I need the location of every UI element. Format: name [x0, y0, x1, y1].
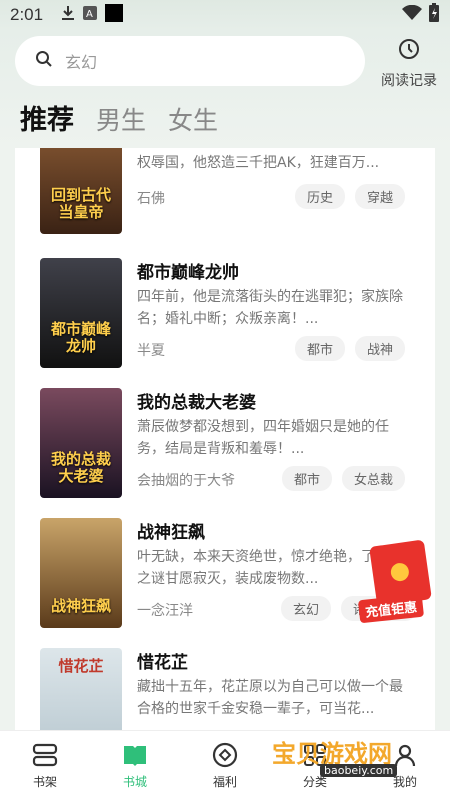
nav-bookstore[interactable]: 书城 — [90, 731, 180, 800]
nav-category-label: 分类 — [302, 775, 327, 789]
nav-bookshelf[interactable]: 书架 — [0, 731, 90, 800]
user-icon — [394, 744, 416, 767]
cover-title: 战神狂飙 — [50, 596, 111, 615]
book-tag[interactable]: 穿越 — [354, 184, 405, 209]
book-author: 半夏 — [137, 343, 165, 359]
book-cover: 战神狂飙 — [40, 518, 122, 628]
book-description: 萧辰做梦都没想到，四年婚姻只是她的任务，结局是背叛和羞辱！... — [137, 419, 389, 457]
book-tags: 历史 穿越 — [294, 184, 405, 209]
book-tag[interactable]: 玄幻 — [280, 596, 331, 621]
shelf-icon — [32, 743, 58, 767]
book-tag[interactable]: 战神 — [354, 336, 405, 361]
book-list: 回到古代当皇帝 热血青年穿越古代为皇，面对送女和亲，丧权辱国，他怒造三千把AK，… — [15, 148, 435, 730]
download-icon — [61, 5, 75, 26]
book-tag[interactable]: 女总裁 — [341, 466, 405, 491]
nav-bookstore-label: 书城 — [122, 775, 147, 789]
book-icon — [124, 746, 146, 766]
book-author: 一念汪洋 — [137, 603, 193, 619]
cover-title: 惜花芷 — [58, 657, 104, 675]
svg-text:A: A — [86, 9, 93, 20]
battery-icon — [428, 2, 440, 28]
cover-title: 都市巅峰龙帅 — [50, 320, 111, 355]
book-cover: 都市巅峰龙帅 — [40, 258, 122, 368]
promo-label: 充值钜惠 — [357, 593, 425, 624]
category-tabs: 推荐 男生 女生 — [20, 98, 218, 137]
bottom-nav: 书架 书城 福利 分类 我的 — [0, 730, 450, 800]
reading-history-button[interactable]: 阅读记录 — [374, 38, 444, 90]
search-bar[interactable]: 玄幻 — [15, 36, 365, 86]
nav-bookshelf-label: 书架 — [32, 775, 57, 789]
status-bar: 2:01 A — [0, 0, 450, 30]
recharge-promo-button[interactable]: 充值钜惠 — [355, 535, 440, 625]
nav-profile-label: 我的 — [392, 775, 417, 789]
book-cover: 惜花芷 — [40, 648, 122, 730]
book-tag[interactable]: 都市 — [294, 336, 345, 361]
book-cover: 我的总裁大老婆 — [40, 388, 122, 498]
header: 玄幻 阅读记录 推荐 男生 女生 — [0, 30, 450, 148]
book-tag[interactable]: 都市 — [281, 466, 332, 491]
book-author: 会抽烟的于大爷 — [137, 473, 235, 489]
clock-icon — [374, 38, 444, 64]
cover-title: 回到古代当皇帝 — [50, 186, 111, 221]
search-icon — [35, 50, 53, 72]
reading-history-label: 阅读记录 — [381, 73, 437, 89]
black-square-icon — [105, 3, 124, 27]
category-icon — [304, 744, 326, 766]
cover-title: 我的总裁大老婆 — [50, 450, 111, 485]
book-title: 战神狂飙 — [137, 523, 205, 543]
book-description: 四年前，他是流落街头的在逃罪犯；家族除名；婚礼中断；众叛亲离！... — [137, 289, 403, 327]
book-title: 我的总裁大老婆 — [137, 393, 256, 413]
book-item[interactable]: 都市巅峰龙帅 都市巅峰龙帅 四年前，他是流落街头的在逃罪犯；家族除名；婚礼中断；… — [15, 258, 435, 388]
nav-category[interactable]: 分类 — [270, 731, 360, 800]
nav-profile[interactable]: 我的 — [360, 731, 450, 800]
nav-welfare-label: 福利 — [212, 775, 237, 789]
book-description: 藏拙十五年，花芷原以为自己可以做一个最合格的世家千金安稳一辈子，可当花... — [137, 679, 403, 717]
tab-recommend[interactable]: 推荐 — [20, 98, 74, 137]
tab-female[interactable]: 女生 — [168, 101, 218, 137]
wifi-icon — [402, 4, 422, 26]
nav-welfare[interactable]: 福利 — [180, 731, 270, 800]
search-input[interactable]: 玄幻 — [65, 49, 97, 73]
book-tags: 都市 女总裁 — [281, 466, 405, 491]
book-item[interactable]: 回到古代当皇帝 热血青年穿越古代为皇，面对送女和亲，丧权辱国，他怒造三千把AK，… — [15, 148, 435, 254]
book-tags: 都市 战神 — [294, 336, 405, 361]
book-description: 热血青年穿越古代为皇，面对送女和亲，丧权辱国，他怒造三千把AK，狂建百万... — [137, 148, 403, 171]
status-time: 2:01 — [10, 5, 44, 24]
app-a-icon: A — [83, 5, 98, 25]
book-title: 都市巅峰龙帅 — [137, 263, 239, 283]
book-item[interactable]: 惜花芷 惜花芷 藏拙十五年，花芷原以为自己可以做一个最合格的世家千金安稳一辈子，… — [15, 648, 435, 730]
gift-icon — [212, 742, 238, 768]
book-cover: 回到古代当皇帝 — [40, 148, 122, 234]
book-item[interactable]: 我的总裁大老婆 我的总裁大老婆 萧辰做梦都没想到，四年婚姻只是她的任务，结局是背… — [15, 388, 435, 518]
book-tag[interactable]: 历史 — [294, 184, 345, 209]
book-author: 石佛 — [137, 191, 165, 207]
book-title: 惜花芷 — [137, 653, 188, 673]
tab-male[interactable]: 男生 — [96, 101, 146, 137]
